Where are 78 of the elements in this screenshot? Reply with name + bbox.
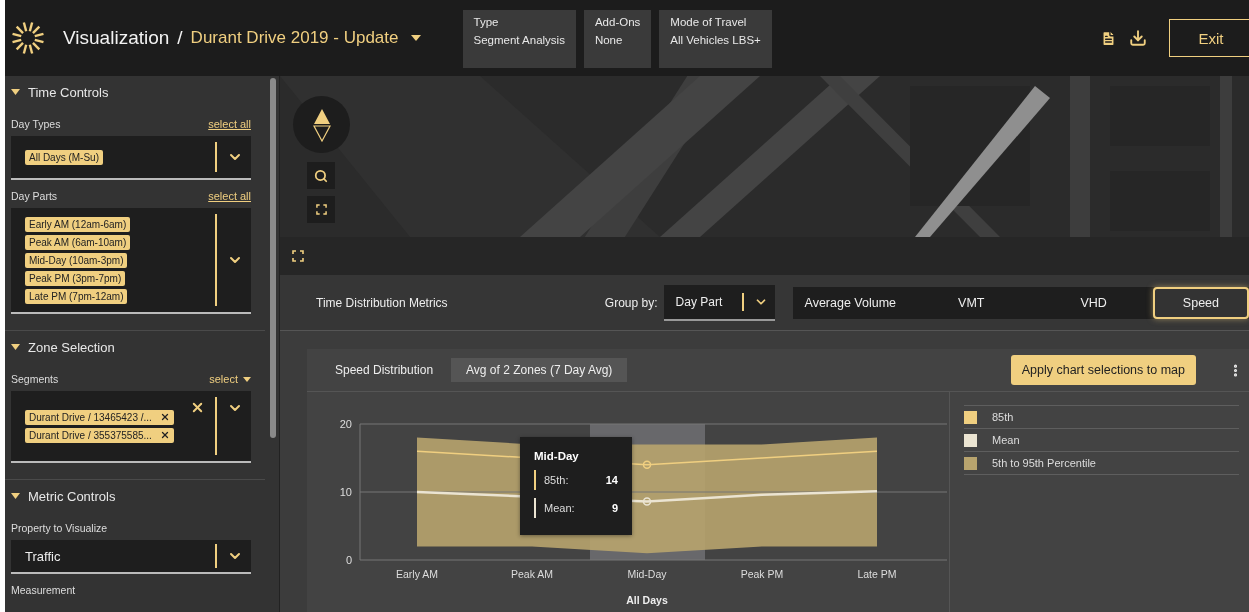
select-all-link[interactable]: select all	[208, 190, 251, 202]
field-label: Day Parts	[11, 190, 58, 202]
metric-tab[interactable]: VMT	[908, 286, 1035, 319]
info-label: Mode of Travel	[670, 16, 748, 28]
card-title: Speed Distribution	[335, 363, 434, 377]
caret-icon	[243, 376, 251, 382]
info-value: Segment Analysis	[473, 34, 565, 46]
tag[interactable]: Peak AM (6am-10am)	[25, 234, 131, 250]
tooltip-value: 9	[611, 502, 618, 514]
caret-icon[interactable]	[11, 493, 20, 499]
zone-chip: Avg of 2 Zones (7 Day Avg)	[451, 358, 628, 382]
select-all-link[interactable]: select all	[208, 118, 251, 130]
axis-tick-label: 0	[345, 554, 352, 566]
info-value: All Vehicles LBS+	[670, 34, 761, 46]
group-by-label: Group by:	[604, 295, 658, 310]
exit-button[interactable]: Exit	[1169, 19, 1249, 57]
field-label: Segments	[11, 373, 59, 385]
section-title[interactable]: Metric Controls	[28, 488, 116, 504]
caret-icon[interactable]	[11, 344, 20, 350]
group-by-select[interactable]: Day Part	[663, 284, 775, 321]
search-icon	[314, 168, 328, 183]
legend-label: 85th	[992, 411, 1014, 423]
clear-icon[interactable]	[190, 400, 205, 415]
axis-tick-label: 10	[339, 486, 352, 498]
axis-tick-label: Mid-Day	[627, 568, 667, 580]
document-icon[interactable]	[1100, 29, 1117, 47]
logo-icon	[11, 21, 45, 55]
download-icon[interactable]	[1129, 29, 1147, 47]
scrollbar[interactable]	[270, 78, 276, 438]
tooltip-value: 14	[605, 474, 618, 486]
tag[interactable]: Mid-Day (10am-3pm)	[25, 252, 128, 268]
compass-icon	[312, 107, 331, 142]
page-title: Visualization	[63, 27, 170, 49]
select-field[interactable]: Traffic	[11, 540, 251, 574]
fullscreen-icon[interactable]	[315, 204, 327, 215]
axis-tick-label: Peak PM	[740, 568, 784, 580]
tag[interactable]: Durant Drive / 13465423 /...	[25, 409, 174, 425]
tag[interactable]: Durant Drive / 355375585...	[25, 427, 174, 443]
breadcrumb-separator: /	[177, 27, 183, 49]
axis-tick-label: Early AM	[396, 568, 438, 580]
section-title[interactable]: Zone Selection	[28, 339, 115, 355]
legend-label: Mean	[992, 434, 1020, 446]
tooltip-title: Mid-Day	[534, 450, 580, 462]
field-label: Property to Visualize	[11, 522, 108, 534]
project-dropdown[interactable]: Durant Drive 2019 - Update	[190, 28, 399, 48]
metric-tab[interactable]: VHD	[1034, 286, 1153, 319]
tag[interactable]: Early AM (12am-6am)	[25, 216, 131, 232]
tag[interactable]: Peak PM (3pm-7pm)	[25, 270, 126, 286]
search-button[interactable]	[307, 162, 335, 189]
tag[interactable]: Late PM (7pm-12am)	[25, 288, 128, 304]
axis-tick-label: 20	[339, 418, 352, 430]
metric-tab[interactable]: Average Volume	[792, 286, 909, 319]
axis-tick-label: Late PM	[857, 568, 897, 580]
caret-icon[interactable]	[410, 35, 421, 41]
fullscreen-button[interactable]	[307, 196, 335, 223]
metric-tab[interactable]: Speed	[1152, 286, 1249, 319]
remove-icon[interactable]	[159, 430, 170, 440]
legend-label: 5th to 95th Percentile	[992, 457, 1096, 469]
multi-select-field[interactable]: Durant Drive / 13465423 /... Durant Drive / 355375585...	[11, 391, 251, 463]
tooltip-label: Mean:	[544, 502, 576, 514]
multi-select-field[interactable]: Early AM (12am-6am) Peak AM (6am-10am) Mid-Day (10am-3pm) Peak PM (3pm-7pm) Late PM (7pm-12am)	[11, 208, 251, 314]
axis-tick-label: Peak AM	[511, 568, 553, 580]
info-label: Add-Ons	[594, 16, 641, 28]
remove-icon[interactable]	[159, 412, 170, 422]
tag[interactable]: All Days (M-Su)	[25, 149, 103, 165]
field-label: Day Types	[11, 118, 61, 130]
info-value: None	[594, 34, 624, 46]
caret-icon[interactable]	[11, 89, 20, 95]
field-label: Measurement	[11, 584, 76, 596]
multi-select-field[interactable]: All Days (M-Su)	[11, 136, 251, 180]
info-label: Type	[473, 16, 500, 28]
apply-button[interactable]: Apply chart selections to map	[1010, 355, 1196, 385]
tooltip-label: 85th:	[544, 474, 570, 486]
axis-title: All Days	[626, 594, 668, 606]
select-menu[interactable]: select	[209, 373, 251, 385]
section-title[interactable]: Time Controls	[28, 84, 109, 100]
section-title: Time Distribution Metrics	[316, 295, 449, 310]
fullscreen-icon[interactable]	[292, 250, 304, 262]
